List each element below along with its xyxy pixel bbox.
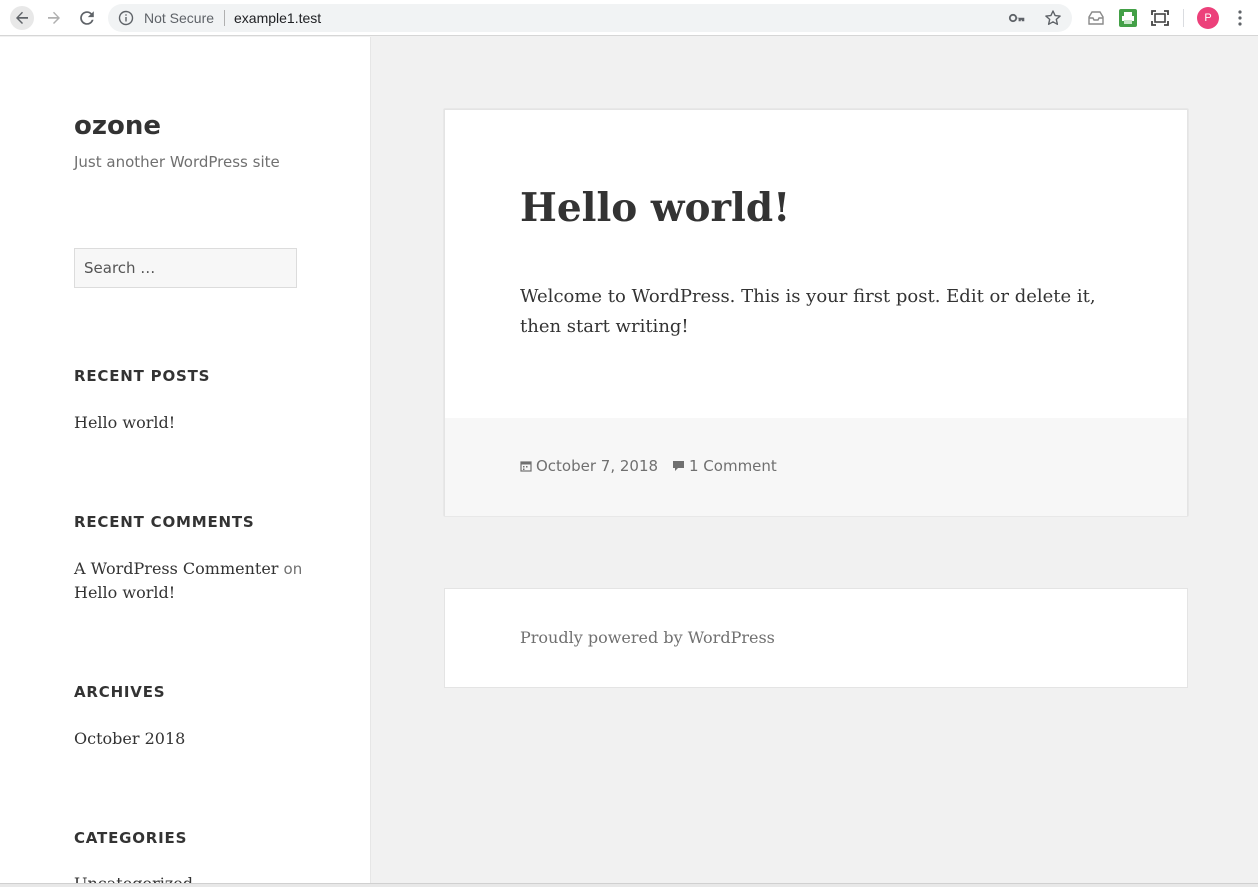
omnibox-divider xyxy=(224,10,225,26)
site-description: Just another WordPress site xyxy=(74,153,280,171)
forward-arrow-icon[interactable] xyxy=(42,6,66,30)
archive-link[interactable]: October 2018 xyxy=(74,727,185,751)
reload-icon[interactable] xyxy=(75,6,99,30)
calendar-icon xyxy=(520,461,532,472)
post-card: Hello world! Welcome to WordPress. This … xyxy=(444,109,1188,516)
powered-by-link[interactable]: Proudly powered by WordPress xyxy=(520,628,775,648)
post-date-link[interactable]: October 7, 2018 xyxy=(520,457,658,475)
archives-heading: ARCHIVES xyxy=(74,683,166,701)
recent-comment-item: A WordPress Commenter on Hello world! xyxy=(74,557,334,605)
address-bar[interactable]: Not Secure example1.test xyxy=(108,4,1072,32)
recent-comments-heading: RECENT COMMENTS xyxy=(74,513,255,531)
star-icon[interactable] xyxy=(1044,9,1062,27)
comment-post-link[interactable]: Hello world! xyxy=(74,583,175,602)
inbox-extension-icon[interactable] xyxy=(1086,8,1106,28)
post-footer: October 7, 2018 1 Comment xyxy=(445,418,1187,516)
toolbar-divider xyxy=(1183,9,1184,27)
security-status-label[interactable]: Not Secure xyxy=(144,10,214,26)
window-bottom-edge xyxy=(0,883,1258,887)
profile-avatar[interactable]: P xyxy=(1197,7,1219,29)
post-content: Welcome to WordPress. This is your first… xyxy=(520,286,1096,337)
url-text[interactable]: example1.test xyxy=(234,10,321,26)
comment-author-link[interactable]: A WordPress Commenter xyxy=(74,559,278,578)
key-icon[interactable] xyxy=(1008,10,1026,26)
info-icon[interactable] xyxy=(118,10,134,26)
post-comments-link[interactable]: 1 Comment xyxy=(672,457,777,475)
recent-posts-heading: RECENT POSTS xyxy=(74,367,211,385)
categories-heading: CATEGORIES xyxy=(74,829,188,847)
printer-extension-icon[interactable] xyxy=(1118,8,1138,28)
browser-toolbar: Not Secure example1.test P xyxy=(0,0,1258,36)
menu-dots-icon[interactable] xyxy=(1230,8,1250,28)
page-viewport: ozone Just another WordPress site RECENT… xyxy=(0,37,1258,887)
search-input[interactable] xyxy=(74,248,297,288)
screenshot-extension-icon[interactable] xyxy=(1150,8,1170,28)
post-comments-count: 1 Comment xyxy=(689,457,777,475)
site-footer: Proudly powered by WordPress xyxy=(444,588,1188,688)
post-title[interactable]: Hello world! xyxy=(520,184,790,232)
recent-post-link[interactable]: Hello world! xyxy=(74,411,175,435)
back-arrow-icon[interactable] xyxy=(10,6,34,30)
comment-bubble-icon xyxy=(673,461,684,471)
sidebar: ozone Just another WordPress site RECENT… xyxy=(0,37,371,883)
category-link[interactable]: Uncategorized xyxy=(74,872,193,883)
post-date: October 7, 2018 xyxy=(536,457,659,475)
comment-on-word: on xyxy=(283,560,303,578)
site-title[interactable]: ozone xyxy=(74,110,161,142)
